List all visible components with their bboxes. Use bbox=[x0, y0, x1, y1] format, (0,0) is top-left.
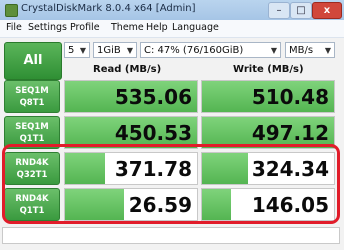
read-value: 450.53 bbox=[114, 121, 192, 145]
row-label-line2: Q8T1 bbox=[19, 98, 45, 108]
title-bar[interactable]: CrystalDiskMark 8.0.4 x64 [Admin] – □ x bbox=[0, 0, 344, 21]
all-button[interactable]: All bbox=[4, 42, 62, 80]
write-header: Write (MB/s) bbox=[233, 64, 304, 75]
window-title: CrystalDiskMark 8.0.4 x64 [Admin] bbox=[21, 3, 196, 14]
drive-value: C: 47% (76/160GiB) bbox=[144, 45, 244, 56]
row-label-line1: SEQ1M bbox=[15, 122, 49, 132]
runs-select[interactable]: 5 ▼ bbox=[64, 42, 90, 58]
menu-language[interactable]: Language bbox=[172, 22, 219, 33]
size-select[interactable]: 1GiB ▼ bbox=[93, 42, 137, 58]
chevron-down-icon: ▼ bbox=[324, 46, 331, 55]
app-window: CrystalDiskMark 8.0.4 x64 [Admin] – □ x … bbox=[0, 0, 344, 250]
read-header: Read (MB/s) bbox=[93, 64, 162, 75]
comment-field[interactable] bbox=[2, 227, 340, 244]
highlight-annotation bbox=[2, 144, 340, 224]
read-result-box: 535.06 bbox=[64, 80, 198, 113]
menu-profile[interactable]: Profile bbox=[70, 22, 100, 33]
chevron-down-icon: ▼ bbox=[126, 46, 133, 55]
read-value: 535.06 bbox=[114, 85, 192, 109]
menu-help[interactable]: Help bbox=[146, 22, 168, 33]
write-value: 497.12 bbox=[251, 121, 329, 145]
menu-file[interactable]: File bbox=[6, 22, 22, 33]
write-result-box: 510.48 bbox=[201, 80, 335, 113]
chevron-down-icon: ▼ bbox=[79, 46, 86, 55]
units-value: MB/s bbox=[289, 45, 314, 56]
close-button[interactable]: x bbox=[312, 2, 342, 19]
app-icon bbox=[5, 4, 18, 17]
size-value: 1GiB bbox=[97, 45, 121, 56]
units-select[interactable]: MB/s ▼ bbox=[285, 42, 335, 58]
test-seq1m-q8t1-button[interactable]: SEQ1M Q8T1 bbox=[4, 80, 60, 113]
row-label-line1: SEQ1M bbox=[15, 86, 49, 96]
maximize-button[interactable]: □ bbox=[290, 2, 312, 19]
menu-theme[interactable]: Theme bbox=[111, 22, 144, 33]
menu-settings[interactable]: Settings bbox=[28, 22, 67, 33]
menu-bar: File Settings Profile Theme Help Languag… bbox=[0, 20, 344, 38]
drive-select[interactable]: C: 47% (76/160GiB) ▼ bbox=[140, 42, 281, 58]
chevron-down-icon: ▼ bbox=[270, 46, 277, 55]
write-value: 510.48 bbox=[251, 85, 329, 109]
runs-value: 5 bbox=[68, 45, 75, 56]
minimize-button[interactable]: – bbox=[268, 2, 290, 19]
